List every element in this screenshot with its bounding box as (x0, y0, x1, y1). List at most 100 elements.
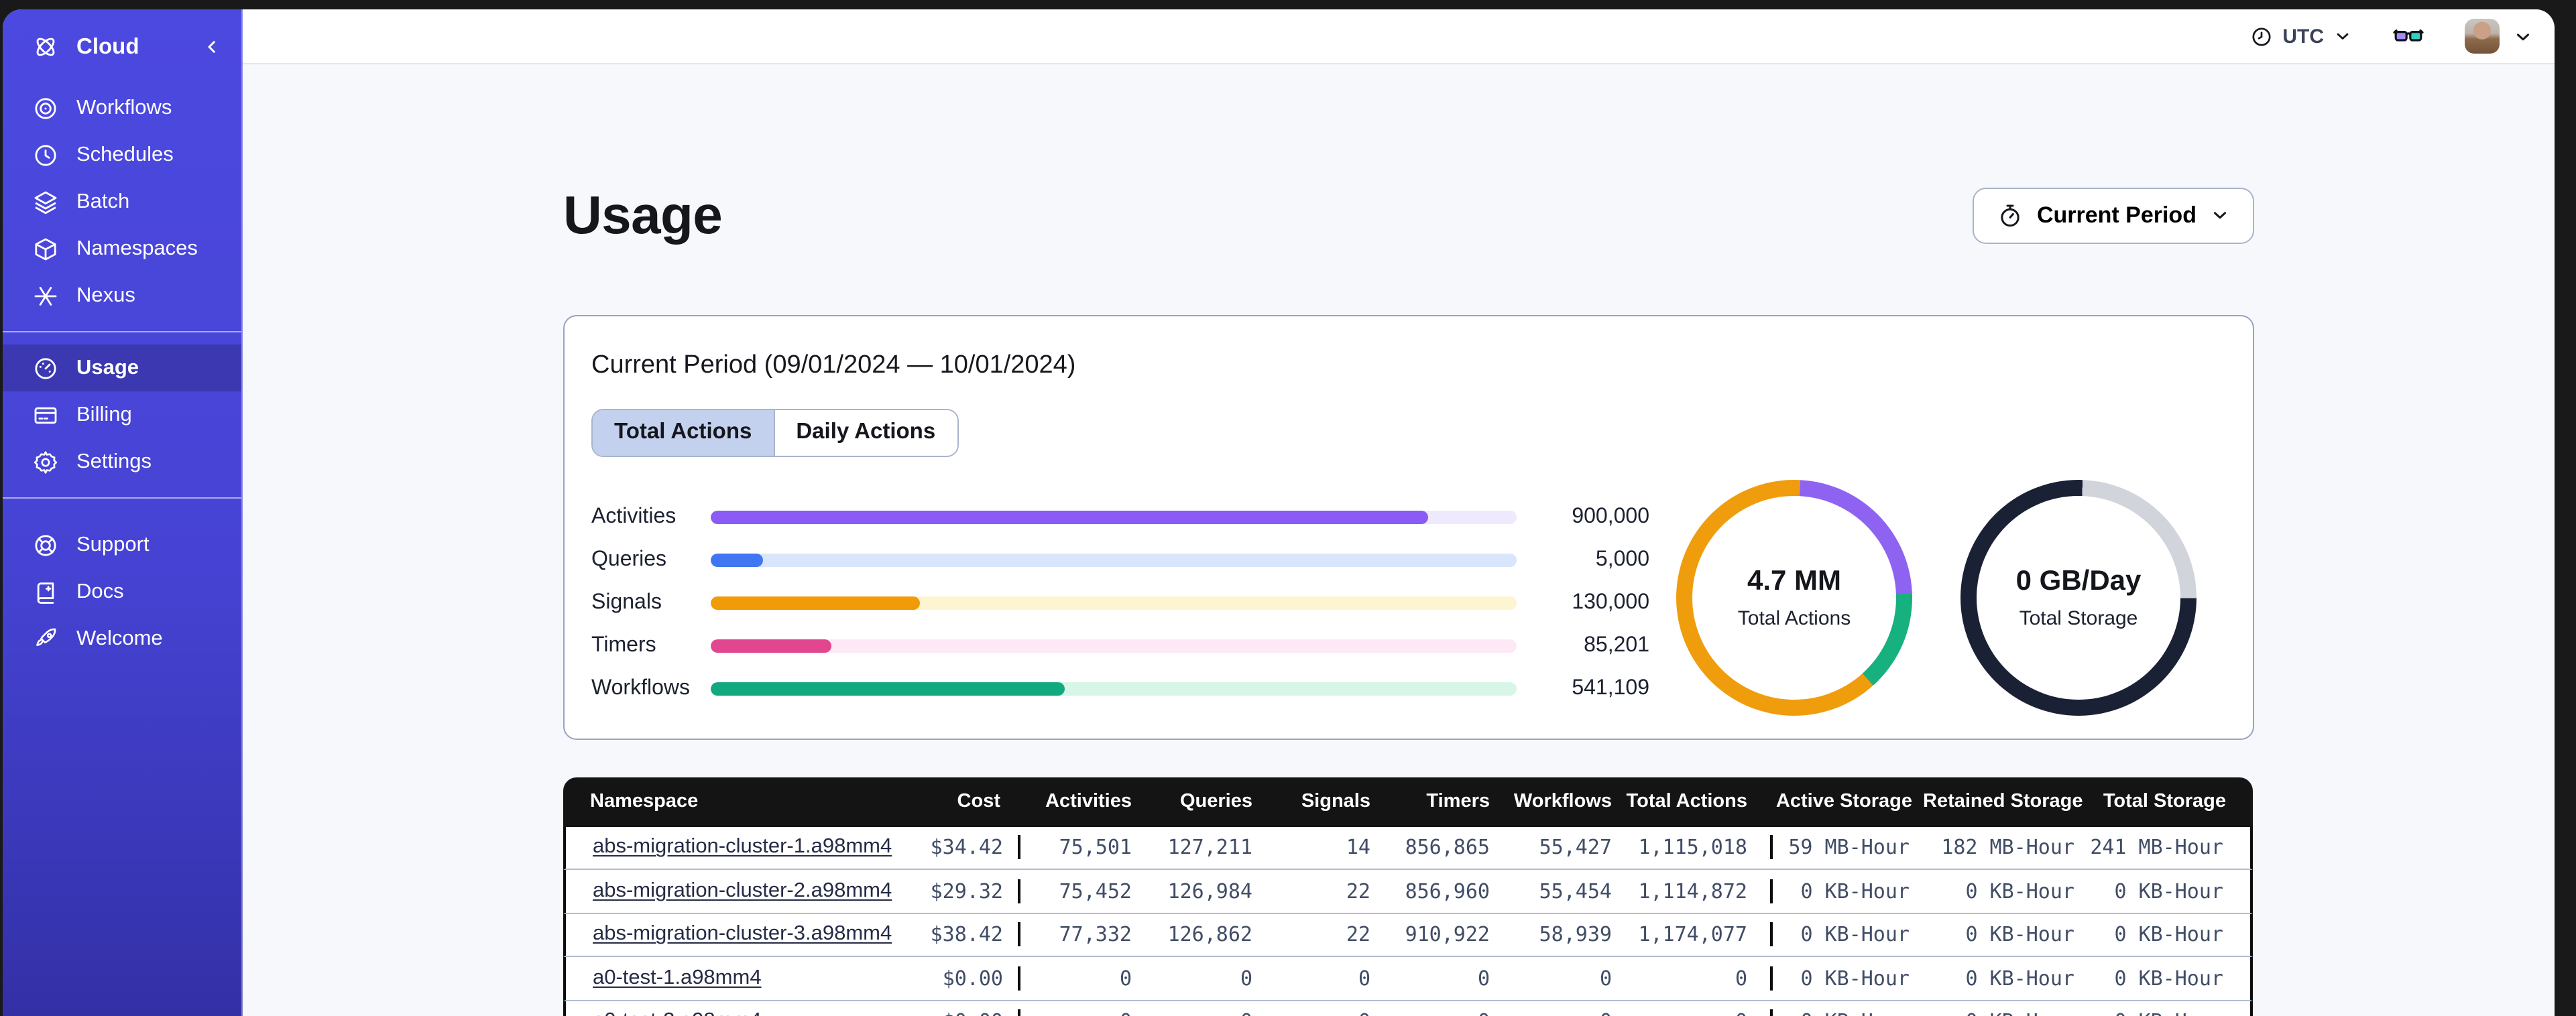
timezone-selector[interactable]: UTC (2250, 25, 2352, 48)
tab-daily-actions[interactable]: Daily Actions (773, 409, 957, 456)
bar-label: Timers (591, 633, 656, 657)
table-cell: 75,501 (1018, 835, 1143, 860)
sidebar-item-docs[interactable]: Docs (3, 569, 241, 616)
namespace-link[interactable]: abs-migration-cluster-3.a98mm4 (593, 923, 892, 946)
table-cell: $38.42 (930, 922, 1003, 947)
sidebar-item-welcome[interactable]: Welcome (3, 616, 241, 663)
column-header-total-actions: Total Actions (1626, 791, 1747, 813)
sidebar-item-nexus[interactable]: Nexus (3, 272, 241, 319)
bar-value: 541,109 (1572, 676, 1649, 700)
column-header-retained-storage: Retained Storage (1923, 791, 2083, 813)
sidebar-item-label: Workflows (76, 96, 172, 119)
sidebar-divider (3, 331, 241, 333)
bar-row-workflows: Workflows 541,109 (591, 668, 1649, 710)
table-cell: 0 KB-Hour (1920, 1010, 2085, 1016)
table-cell: 75,452 (1018, 879, 1143, 903)
bar-fill (711, 554, 764, 568)
bar-label: Signals (591, 591, 662, 615)
namespace-link[interactable]: abs-migration-cluster-2.a98mm4 (593, 879, 892, 902)
gear-icon (32, 448, 59, 475)
sidebar-item-label: Billing (76, 403, 132, 426)
screen: Cloud Workflows Schedules Batch Namespac… (0, 0, 2576, 1016)
column-header-activities: Activities (1045, 791, 1132, 813)
sidebar-item-label: Namespaces (76, 237, 198, 259)
timezone-label: UTC (2282, 25, 2324, 48)
namespace-link[interactable]: abs-migration-cluster-1.a98mm4 (593, 836, 892, 859)
sidebar-divider (3, 497, 241, 499)
table-cell: 0 (1623, 1010, 1770, 1016)
period-selector-button[interactable]: Current Period (1972, 187, 2254, 244)
table-cell: 1,115,018 (1638, 835, 1747, 860)
table-cell: 59 MB-Hour (1770, 835, 1920, 860)
sidebar-item-support[interactable]: Support (3, 522, 241, 569)
column-header-timers: Timers (1426, 791, 1490, 813)
table-row: abs-migration-cluster-3.a98mm4 $38.42 77… (563, 913, 2253, 958)
table-cell: 0 KB-Hour (1770, 966, 1920, 991)
namespaces-cube-icon (32, 235, 59, 262)
namespace-link[interactable]: a0-test-2.a98mm4 (593, 1010, 762, 1016)
table-cell: 14 (1346, 835, 1370, 860)
app-window: Cloud Workflows Schedules Batch Namespac… (3, 9, 2555, 1016)
stopwatch-icon (1997, 202, 2024, 229)
batch-layers-icon (32, 188, 59, 215)
bar-value: 85,201 (1584, 633, 1649, 657)
table-row: a0-test-2.a98mm4 $0.00 0 0 0 0 0 0 0 KB-… (563, 1001, 2253, 1016)
column-header-workflows: Workflows (1513, 791, 1612, 813)
table-cell: 0 (1240, 966, 1252, 991)
page-title: Usage (563, 186, 723, 245)
table-cell: 241 MB-Hour (2090, 835, 2223, 860)
bar-track (711, 554, 1517, 568)
nexus-asterisk-icon (32, 282, 59, 309)
table-cell: 0 (1263, 1010, 1381, 1016)
chevron-down-icon (2333, 27, 2352, 46)
table-cell: 0 KB-Hour (1770, 879, 1920, 903)
bar-value: 900,000 (1572, 505, 1649, 529)
sidebar-item-namespaces[interactable]: Namespaces (3, 225, 241, 272)
labs-glasses-icon[interactable] (2392, 20, 2424, 52)
usage-meter-icon (32, 355, 59, 381)
chevron-down-icon (2513, 26, 2533, 46)
table-cell: 0 (1599, 966, 1612, 991)
docs-book-icon (32, 579, 59, 606)
bar-track (711, 596, 1517, 611)
sidebar-collapse-icon[interactable] (201, 36, 223, 58)
table-cell: 0 (1358, 966, 1370, 991)
table-cell: 0 KB-Hour (1965, 879, 2074, 903)
sidebar-item-settings[interactable]: Settings (3, 438, 241, 485)
column-header-cost: Cost (957, 791, 1000, 813)
bar-fill (711, 682, 1065, 696)
donut-label: Total Actions (1737, 607, 1851, 630)
sidebar-item-label: Nexus (76, 283, 135, 306)
table-cell: 0 (1477, 966, 1490, 991)
sidebar-item-workflows[interactable]: Workflows (3, 84, 241, 131)
table-cell: $0.00 (928, 1010, 1018, 1016)
bar-fill (711, 639, 832, 653)
table-cell: 0 (1018, 1009, 1143, 1016)
bar-track (711, 511, 1517, 525)
bar-fill (711, 511, 1428, 525)
sidebar-item-label: Support (76, 533, 150, 556)
namespaces-usage-table: Namespace Cost Activities Queries Signal… (563, 777, 2253, 1016)
sidebar-brand: Cloud (3, 9, 241, 84)
actions-tabs: Total Actions Daily Actions (591, 408, 959, 457)
tab-total-actions[interactable]: Total Actions (593, 409, 774, 456)
main-content: Usage Current Period Current Period (09/… (243, 64, 2555, 1016)
table-cell: 0 (1381, 1010, 1501, 1016)
table-cell: 0 KB-Hour (1965, 922, 2074, 947)
billing-card-icon (32, 401, 59, 428)
bar-label: Queries (591, 548, 667, 572)
sidebar-item-schedules[interactable]: Schedules (3, 131, 241, 178)
sidebar-item-usage[interactable]: Usage (3, 344, 241, 392)
account-menu[interactable] (2465, 19, 2533, 54)
topbar: UTC (243, 9, 2555, 64)
table-cell: 182 MB-Hour (1941, 835, 2074, 860)
clock-icon (2250, 25, 2273, 48)
table-cell: 856,960 (1405, 879, 1490, 903)
table-cell: 0 KB-Hour (2114, 966, 2223, 991)
column-header-namespace: Namespace (590, 791, 699, 813)
sidebar-item-billing[interactable]: Billing (3, 391, 241, 438)
sidebar-item-batch[interactable]: Batch (3, 178, 241, 225)
namespace-link[interactable]: a0-test-1.a98mm4 (593, 966, 762, 989)
table-cell: $34.42 (930, 835, 1003, 860)
bar-value: 130,000 (1572, 591, 1649, 615)
